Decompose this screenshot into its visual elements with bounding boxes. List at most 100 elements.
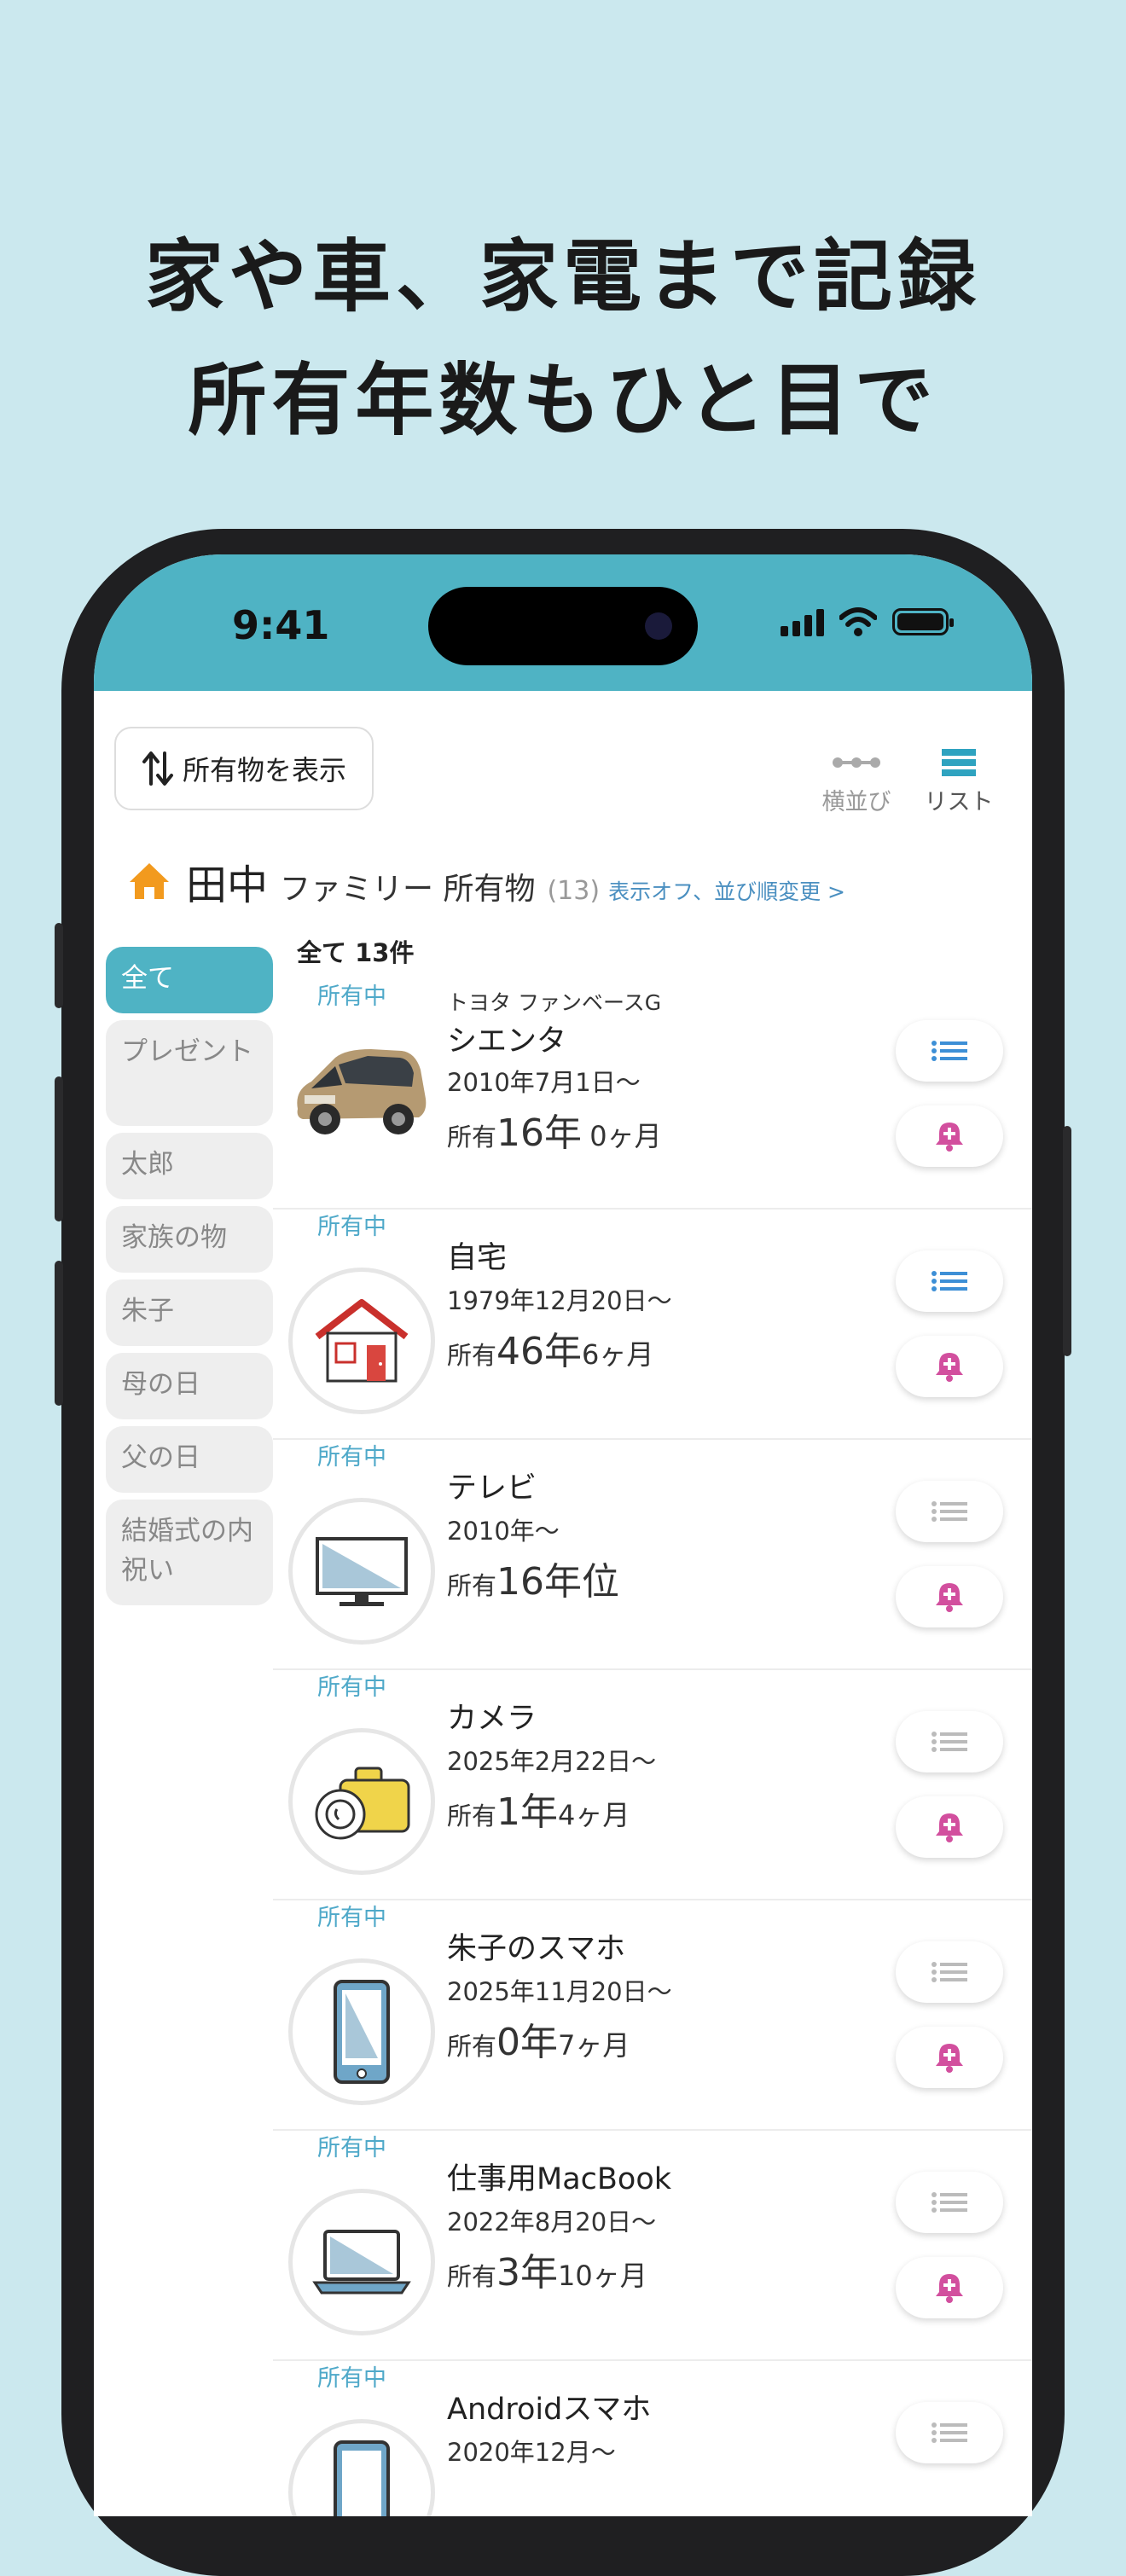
list-item[interactable]: 所有中 トヨタ ファンベースG シエンタ 2010年7月1日〜 所有16年 0ヶ…: [273, 978, 1032, 1210]
detail-list-button[interactable]: [896, 1711, 1003, 1772]
cellular-signal-icon: [781, 607, 824, 636]
ownership-status: 所有中: [317, 1214, 386, 1240]
status-icons: [781, 607, 954, 636]
family-title: ファミリー 所有物: [280, 872, 536, 907]
bell-plus-icon: [936, 1583, 963, 1612]
list-item[interactable]: 所有中 Androidスマホ 2020年12月〜: [273, 2359, 1032, 2516]
add-reminder-button[interactable]: [896, 1105, 1003, 1167]
detail-list-button[interactable]: [896, 1250, 1003, 1312]
ownership-prefix: 所有: [447, 1801, 497, 1830]
add-reminder-button[interactable]: [896, 2257, 1003, 2318]
show-belongings-button[interactable]: 所有物を表示: [114, 727, 374, 810]
ownership-months: 7ヶ月: [558, 2029, 630, 2062]
item-date: 2025年11月20日〜: [447, 1977, 672, 2006]
tv-icon: [288, 1498, 435, 1645]
ownership-years: 16年: [496, 1111, 583, 1155]
detail-list-button[interactable]: [896, 2402, 1003, 2463]
all-count: 全て 13件: [297, 938, 415, 967]
status-bar: 9:41: [94, 554, 1032, 691]
list-icon: [932, 1271, 967, 1291]
ownership-prefix: 所有: [447, 2032, 497, 2061]
item-name: テレビ: [447, 1471, 537, 1506]
item-name: 自宅: [447, 1241, 508, 1275]
add-reminder-button[interactable]: [896, 2027, 1003, 2088]
item-date: 2020年12月〜: [447, 2438, 616, 2467]
phone-power-button: [1063, 1126, 1071, 1356]
ownership-years: 16年位: [496, 1560, 620, 1604]
item-name: カメラ: [447, 1702, 537, 1736]
add-reminder-button[interactable]: [896, 1796, 1003, 1858]
item-name: 仕事用MacBook: [447, 2162, 671, 2196]
ownership-status: 所有中: [317, 1905, 386, 1931]
dynamic-island: [428, 587, 698, 665]
ownership-months: 0ヶ月: [589, 1120, 662, 1152]
ownership-years: 0年: [496, 2021, 559, 2064]
smartphone-icon: [288, 1958, 435, 2105]
list-item[interactable]: 所有中 仕事用MacBook 2022年8月20日〜 所有3年10ヶ月: [273, 2129, 1032, 2361]
category-all[interactable]: 全て: [106, 947, 273, 1013]
car-icon: [282, 1018, 435, 1155]
phone-side-button: [55, 923, 63, 1008]
battery-icon: [892, 608, 954, 635]
category-present[interactable]: プレゼント: [106, 1020, 273, 1126]
laptop-icon: [288, 2189, 435, 2335]
view-side-by-side-button[interactable]: 横並び: [814, 742, 899, 816]
add-reminder-button[interactable]: [896, 1566, 1003, 1627]
detail-list-button[interactable]: [896, 1941, 1003, 2003]
category-taro[interactable]: 太郎: [106, 1133, 273, 1199]
status-time: 9:41: [232, 602, 330, 648]
list-item[interactable]: 所有中 カメラ 2025年2月22日〜 所有1年4ヶ月: [273, 1668, 1032, 1900]
ownership-status: 所有中: [317, 983, 386, 1010]
category-family-items[interactable]: 家族の物: [106, 1206, 273, 1273]
list-icon: [932, 1041, 967, 1061]
list-icon: [932, 1732, 967, 1752]
view-list-button[interactable]: リスト: [916, 742, 1001, 816]
family-name: 田中: [186, 862, 269, 909]
category-mothers-day[interactable]: 母の日: [106, 1353, 273, 1419]
list-icon: [932, 2192, 967, 2213]
ownership-status: 所有中: [317, 1444, 386, 1471]
home-icon: [130, 863, 169, 899]
detail-list-button[interactable]: [896, 1481, 1003, 1542]
detail-list-button[interactable]: [896, 2172, 1003, 2233]
detail-list-button[interactable]: [896, 1020, 1003, 1082]
headline-line1: 家や車、家電まで記録: [144, 231, 981, 322]
ownership-period: 所有16年位: [447, 1551, 619, 1605]
item-name: 朱子のスマホ: [447, 1932, 625, 1966]
side-by-side-label: 横並び: [821, 789, 891, 815]
ownership-prefix: 所有: [447, 1341, 497, 1370]
category-wedding-gift[interactable]: 結婚式の内祝い: [106, 1500, 273, 1605]
ownership-period: 所有0年7ヶ月: [447, 2011, 630, 2066]
app-screen: 9:41 所有物を表示 横並び リスト 田中 ファミリー 所有物 (13) 表示…: [94, 554, 1032, 2516]
add-reminder-button[interactable]: [896, 1336, 1003, 1397]
item-name: Androidスマホ: [447, 2393, 652, 2427]
item-maker: トヨタ ファンベースG: [447, 990, 662, 1015]
bell-plus-icon: [936, 1353, 963, 1382]
ownership-period: 所有3年10ヶ月: [447, 2242, 647, 2296]
category-fathers-day[interactable]: 父の日: [106, 1426, 273, 1493]
list-view-icon: [916, 742, 1001, 783]
ownership-years: 3年: [496, 2251, 559, 2295]
list-item[interactable]: 所有中 テレビ 2010年〜 所有16年位: [273, 1438, 1032, 1670]
item-date: 2025年2月22日〜: [447, 1747, 657, 1776]
bell-plus-icon: [936, 1813, 963, 1842]
display-settings-link[interactable]: 表示オフ、並び順変更 >: [608, 875, 845, 906]
ownership-prefix: 所有: [447, 1123, 497, 1152]
list-item[interactable]: 所有中 自宅 1979年12月20日〜 所有46年6ヶ月: [273, 1208, 1032, 1440]
camera-icon: [288, 1728, 435, 1875]
smartphone-icon: [288, 2419, 435, 2516]
ownership-prefix: 所有: [447, 2262, 497, 2291]
item-date: 2010年〜: [447, 1517, 560, 1546]
category-akako[interactable]: 朱子: [106, 1279, 273, 1346]
sort-arrows-icon: [142, 751, 173, 786]
house-icon: [288, 1268, 435, 1414]
item-date: 2022年8月20日〜: [447, 2208, 657, 2237]
wifi-icon: [839, 607, 877, 636]
bell-plus-icon: [936, 2044, 963, 2073]
ownership-period: 所有1年4ヶ月: [447, 1781, 630, 1836]
list-icon: [932, 1501, 967, 1522]
ownership-months: 4ヶ月: [558, 1799, 630, 1831]
list-item[interactable]: 所有中 朱子のスマホ 2025年11月20日〜 所有0年7ヶ月: [273, 1899, 1032, 2131]
list-icon: [932, 2422, 967, 2443]
phone-volume-down-button: [55, 1261, 63, 1406]
